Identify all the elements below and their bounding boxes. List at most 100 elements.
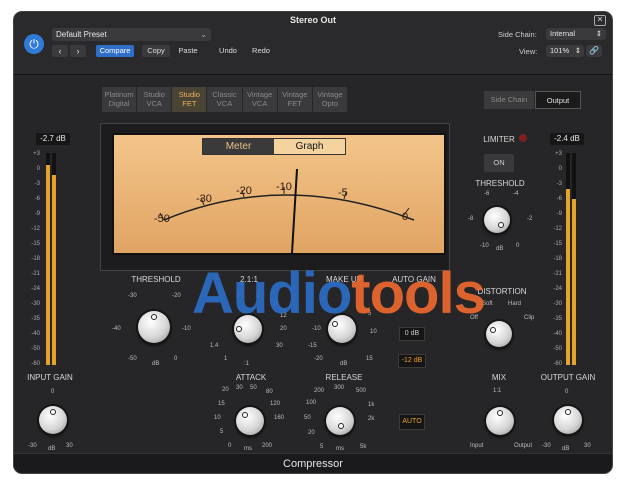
ratio-tick: 1 — [224, 356, 228, 362]
distortion-knob[interactable] — [486, 321, 512, 347]
attack-tick: 120 — [270, 401, 281, 407]
preset-selector[interactable]: Default Preset ⌄ — [52, 28, 211, 41]
attack-tick: 0 — [228, 443, 232, 449]
limiter-threshold-knob[interactable] — [484, 207, 510, 233]
model-studio-vca[interactable]: Studio VCA — [137, 87, 172, 112]
output-view-button[interactable]: Output — [535, 91, 581, 109]
scale-tick: +3 — [33, 151, 40, 157]
knob-indicator — [490, 327, 496, 333]
scale-tick: -6 — [556, 196, 562, 202]
input-gain-knob[interactable] — [39, 406, 67, 434]
input-tick: 0 — [51, 389, 55, 395]
makeup-tick: 0 — [346, 293, 350, 299]
copy-button[interactable]: Copy — [142, 45, 170, 57]
release-tick: 200 — [314, 388, 325, 394]
model-vintage-vca[interactable]: Vintage VCA — [242, 87, 277, 112]
knob-indicator — [242, 412, 248, 418]
release-tick: 300 — [334, 385, 345, 391]
scale-tick: -15 — [31, 241, 40, 247]
undo-button[interactable]: Undo — [214, 45, 242, 57]
power-button[interactable]: ⏻ — [24, 34, 44, 54]
scale-tick: -50 — [553, 346, 562, 352]
makeup-knob[interactable] — [328, 315, 356, 343]
auto-gain-minus12-button[interactable]: -12 dB — [398, 354, 426, 368]
output-readout: -2.4 dB — [550, 133, 584, 145]
mix-knob[interactable] — [486, 407, 514, 435]
meter-graph-toggle: Meter Graph — [202, 138, 346, 155]
release-tick: 500 — [356, 388, 367, 394]
graph-tab[interactable]: Graph — [274, 139, 345, 154]
scale-tick: -30 — [553, 301, 562, 307]
side-chain-value: Internal — [550, 29, 576, 38]
vu-label: -10 — [276, 181, 292, 193]
scale-tick: -35 — [553, 316, 562, 322]
knob-indicator — [151, 314, 157, 320]
input-meter-left — [46, 153, 50, 365]
makeup-tick: 10 — [370, 329, 377, 335]
compare-button[interactable]: Compare — [96, 45, 134, 57]
makeup-label: MAKE UP — [325, 275, 362, 284]
link-icon[interactable]: 🔗 — [586, 45, 602, 57]
input-unit: dB — [48, 446, 56, 452]
distortion-tick: Soft — [482, 301, 493, 307]
auto-gain-off-button[interactable]: 0 dB — [399, 327, 425, 341]
model-label: VCA — [216, 99, 233, 108]
previous-preset-button[interactable]: ‹ — [52, 45, 68, 57]
scale-tick: -40 — [31, 331, 40, 337]
side-chain-view-button[interactable]: Side Chain — [484, 91, 534, 109]
redo-button[interactable]: Redo — [247, 45, 275, 57]
ratio-tick: 8 — [274, 301, 278, 307]
side-chain-label: Side Chain: — [498, 30, 537, 39]
limiter-tick: -8 — [468, 216, 474, 222]
limiter-tick: -4 — [513, 191, 519, 197]
model-label: Classic — [212, 90, 237, 99]
model-label: Studio — [143, 90, 165, 99]
limiter-on-button[interactable]: ON — [484, 154, 514, 172]
paste-button[interactable]: Paste — [174, 45, 202, 57]
model-vintage-fet[interactable]: Vintage FET — [277, 87, 312, 112]
side-chain-select[interactable]: Internal ⇕ — [546, 28, 606, 40]
vu-needle — [291, 168, 298, 253]
meter-level — [572, 199, 576, 365]
model-platinum-digital[interactable]: Platinum Digital — [102, 87, 137, 112]
output-gain-knob[interactable] — [554, 406, 582, 434]
limiter-unit: dB — [496, 246, 504, 252]
scale-tick: 0 — [558, 166, 562, 172]
limiter-tick: -6 — [484, 191, 490, 197]
scale-tick: -9 — [556, 211, 562, 217]
view-label: View: — [519, 47, 538, 56]
scale-tick: -35 — [31, 316, 40, 322]
threshold-tick: -10 — [182, 326, 191, 332]
ratio-knob[interactable] — [234, 315, 262, 343]
model-label: FET — [287, 99, 302, 108]
ratio-tick: 30 — [276, 343, 283, 349]
meter-tab[interactable]: Meter — [203, 139, 274, 154]
knob-indicator — [498, 222, 504, 228]
view-select[interactable]: 101% ⇕ — [546, 45, 584, 57]
next-preset-button[interactable]: › — [70, 45, 86, 57]
vu-label: -20 — [236, 185, 252, 197]
window-title: Stereo Out — [289, 15, 336, 25]
model-classic-vca[interactable]: Classic VCA — [207, 87, 242, 112]
threshold-tick: 0 — [174, 356, 178, 362]
release-knob[interactable] — [326, 407, 354, 435]
limiter-tick: 0 — [516, 243, 520, 249]
attack-knob[interactable] — [236, 407, 264, 435]
model-studio-fet[interactable]: Studio FET — [172, 87, 207, 112]
auto-release-button[interactable]: AUTO — [399, 414, 425, 430]
scale-tick: -12 — [553, 226, 562, 232]
limiter-led — [520, 135, 526, 141]
attack-tick: 80 — [266, 389, 273, 395]
close-icon[interactable]: ✕ — [594, 15, 606, 26]
threshold-tick: -30 — [128, 293, 137, 299]
output-meter-right — [572, 153, 576, 365]
threshold-knob[interactable] — [138, 311, 170, 343]
scale-tick: -50 — [31, 346, 40, 352]
model-vintage-opto[interactable]: Vintage Opto — [312, 87, 347, 112]
input-gain-label: INPUT GAIN — [27, 373, 73, 382]
attack-tick: 160 — [274, 415, 285, 421]
output-meter-left — [566, 153, 570, 365]
scale-tick: -18 — [553, 256, 562, 262]
threshold-tick: -20 — [172, 293, 181, 299]
release-tick: 5 — [320, 444, 324, 450]
